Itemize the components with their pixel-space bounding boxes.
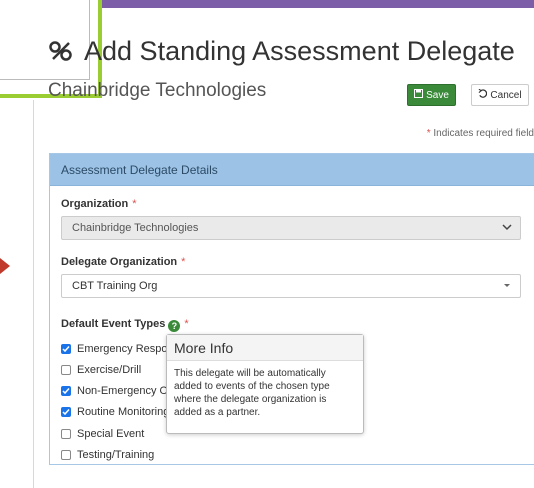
chevron-down-icon bbox=[502, 222, 512, 235]
cancel-button[interactable]: Cancel bbox=[471, 84, 529, 106]
checkbox-unchecked-icon[interactable] bbox=[61, 429, 71, 439]
organization-label: Organization * bbox=[61, 198, 137, 210]
checkbox-checked-icon[interactable] bbox=[61, 344, 71, 354]
delegate-organization-select[interactable]: CBT Training Org bbox=[61, 274, 521, 298]
save-button[interactable]: Save bbox=[407, 84, 456, 106]
undo-icon bbox=[478, 88, 488, 101]
required-note-text: Indicates required field bbox=[433, 128, 534, 139]
checkbox-unchecked-icon[interactable] bbox=[61, 365, 71, 375]
panel-header: Assessment Delegate Details bbox=[50, 154, 534, 186]
organization-label-text: Organization bbox=[61, 198, 129, 210]
organization-select[interactable]: Chainbridge Technologies bbox=[61, 216, 521, 240]
popover-body: This delegate will be automatically adde… bbox=[174, 368, 330, 418]
checkbox-checked-icon[interactable] bbox=[61, 407, 71, 417]
delegate-organization-label-text: Delegate Organization bbox=[61, 256, 178, 268]
checkbox-checked-icon[interactable] bbox=[61, 386, 71, 396]
cancel-button-label: Cancel bbox=[490, 89, 522, 101]
required-asterisk: * bbox=[181, 256, 186, 268]
page-title-text: Add Standing Assessment Delegate bbox=[84, 36, 515, 66]
event-type-label: Testing/Training bbox=[77, 449, 155, 461]
event-type-testing-training[interactable]: Testing/Training bbox=[61, 449, 154, 461]
floppy-disk-icon bbox=[414, 89, 424, 101]
required-asterisk: * bbox=[132, 198, 137, 210]
help-question-icon[interactable]: ? bbox=[168, 320, 181, 332]
organization-select-value: Chainbridge Technologies bbox=[72, 222, 199, 234]
delegate-organization-label: Delegate Organization * bbox=[61, 256, 185, 268]
required-asterisk: * bbox=[426, 128, 431, 139]
event-type-label: Special Event bbox=[77, 428, 145, 440]
default-event-types-label-text: Default Event Types bbox=[61, 318, 166, 330]
caret-down-icon bbox=[502, 280, 512, 293]
organization-subtitle: Chainbridge Technologies bbox=[48, 80, 267, 101]
event-type-label: Routine Monitoring bbox=[77, 406, 170, 418]
checkbox-unchecked-icon[interactable] bbox=[61, 450, 71, 460]
save-button-label: Save bbox=[426, 89, 449, 101]
popover-title: More Info bbox=[167, 335, 363, 361]
page-title: Add Standing Assessment Delegate bbox=[48, 36, 515, 67]
top-accent-bar bbox=[34, 0, 534, 8]
required-field-note: * Indicates required field bbox=[427, 128, 534, 139]
pointer-arrow-icon bbox=[0, 258, 10, 274]
event-type-label: Exercise/Drill bbox=[77, 364, 142, 376]
event-type-special-event[interactable]: Special Event bbox=[61, 428, 144, 440]
event-type-exercise-drill[interactable]: Exercise/Drill bbox=[61, 364, 141, 376]
more-info-popover: More Info This delegate will be automati… bbox=[166, 334, 364, 434]
content-divider bbox=[33, 100, 34, 488]
default-event-types-label: Default Event Types? * bbox=[61, 318, 189, 332]
link-icon bbox=[48, 36, 84, 66]
event-type-routine-monitoring[interactable]: Routine Monitoring bbox=[61, 406, 169, 418]
delegate-organization-select-value: CBT Training Org bbox=[72, 280, 158, 292]
required-asterisk: * bbox=[184, 318, 189, 330]
